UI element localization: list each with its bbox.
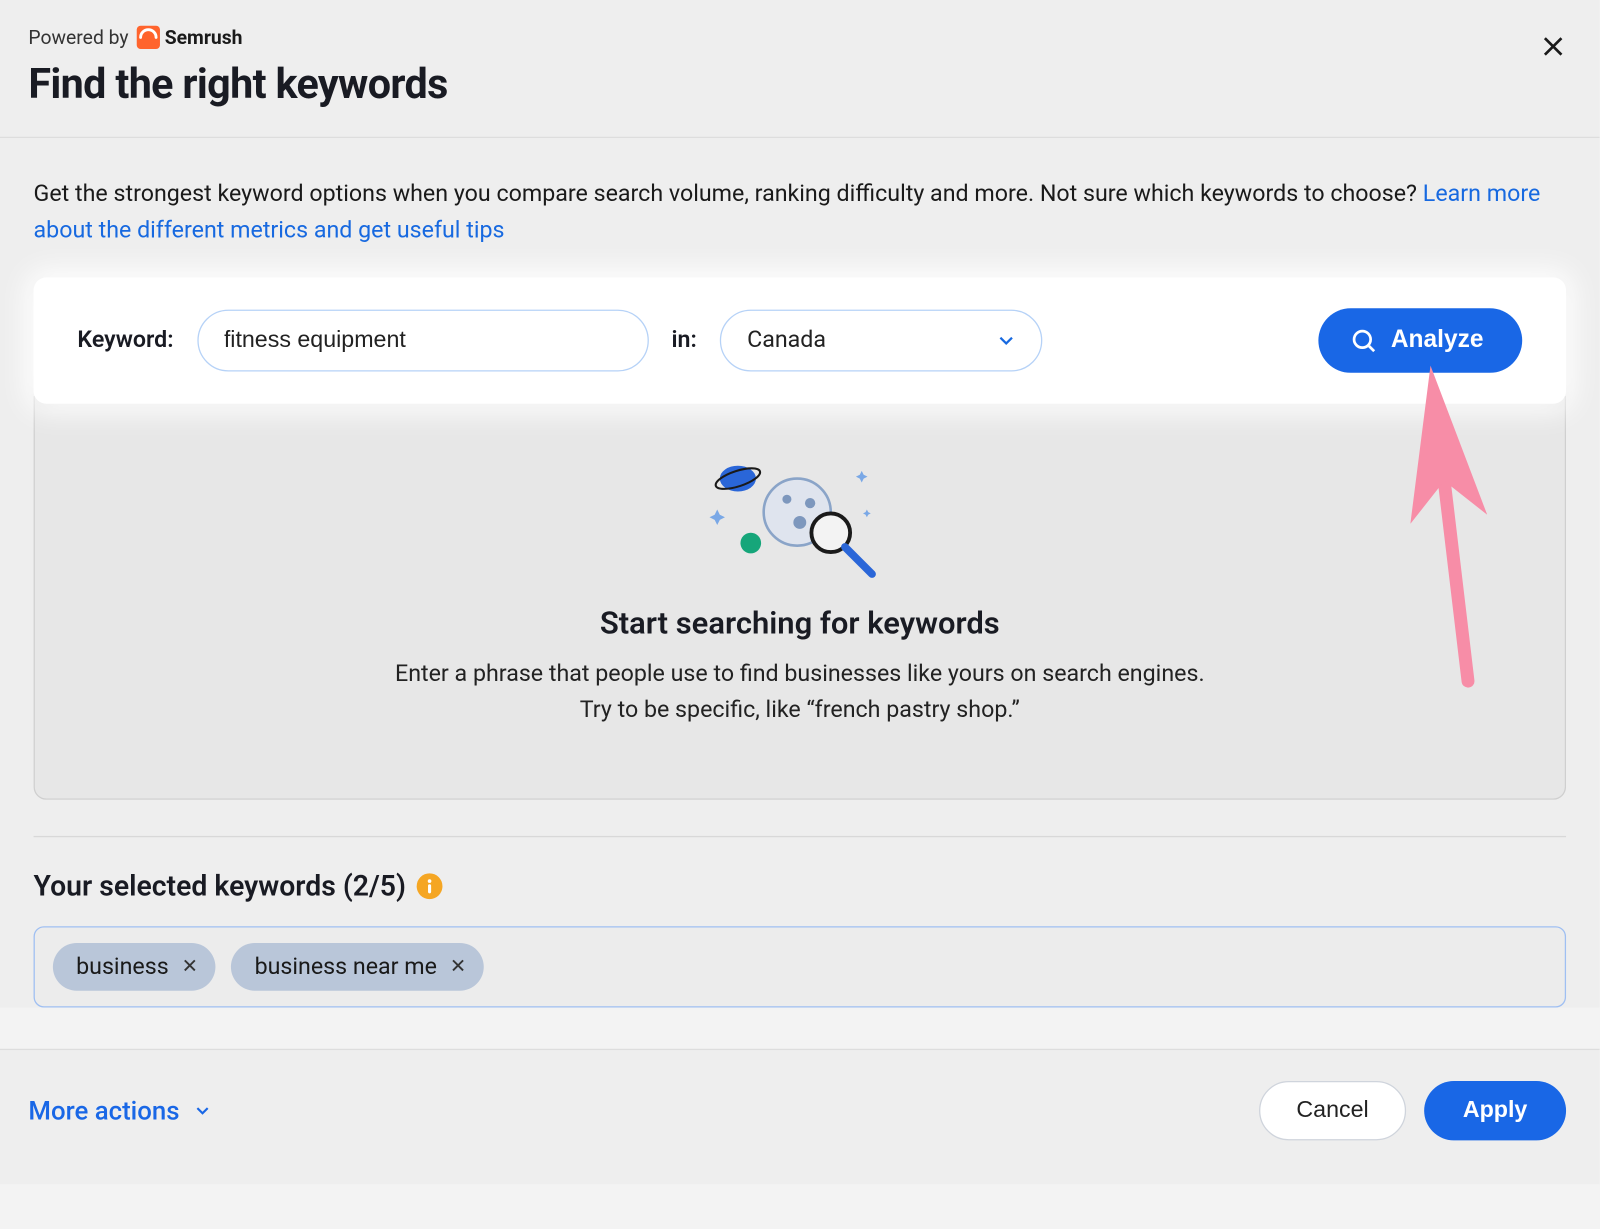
close-button[interactable] (1533, 26, 1574, 67)
in-label: in: (671, 327, 696, 354)
page-title: Find the right keywords (28, 59, 1571, 108)
empty-line-2: Try to be specific, like “french pastry … (580, 696, 1020, 723)
remove-chip-icon[interactable]: ✕ (450, 955, 466, 978)
empty-title: Start searching for keywords (74, 605, 1527, 641)
apply-button[interactable]: Apply (1424, 1080, 1566, 1139)
chevron-down-icon (192, 1100, 213, 1121)
empty-state: Start searching for keywords Enter a phr… (34, 396, 1567, 799)
empty-subtitle: Enter a phrase that people use to find b… (74, 656, 1527, 728)
analyze-button-label: Analyze (1391, 326, 1484, 354)
more-actions-link[interactable]: More actions (28, 1095, 213, 1126)
keyword-input[interactable] (197, 309, 648, 371)
modal-header: Powered by Semrush Find the right keywor… (0, 0, 1600, 138)
country-select[interactable]: Canada (720, 309, 1042, 371)
warning-icon (416, 873, 442, 899)
keyword-chip-label: business (76, 953, 169, 980)
keyword-chip: business near me ✕ (231, 942, 484, 990)
empty-illustration-icon (74, 458, 1527, 582)
semrush-logo: Semrush (136, 26, 242, 49)
chevron-down-icon (995, 329, 1018, 352)
keyword-label: Keyword: (77, 327, 173, 354)
modal-footer: More actions Cancel Apply (0, 1048, 1600, 1183)
remove-chip-icon[interactable]: ✕ (182, 955, 198, 978)
close-icon (1539, 32, 1567, 60)
keyword-chip: business ✕ (53, 942, 216, 990)
empty-line-1: Enter a phrase that people use to find b… (395, 660, 1205, 687)
search-icon (1350, 326, 1378, 354)
selected-keywords-box[interactable]: business ✕ business near me ✕ (34, 926, 1567, 1007)
selected-keywords-title: Your selected keywords (2/5) (34, 870, 1567, 902)
divider (34, 835, 1567, 836)
country-value: Canada (747, 327, 826, 354)
selected-keywords-title-text: Your selected keywords (2/5) (34, 870, 406, 902)
keyword-chip-label: business near me (255, 953, 437, 980)
cancel-button[interactable]: Cancel (1259, 1080, 1406, 1139)
more-actions-label: More actions (28, 1095, 179, 1126)
keyword-search-bar: Keyword: in: Canada Analyze (34, 277, 1567, 403)
semrush-brand-text: Semrush (165, 26, 243, 49)
intro-text: Get the strongest keyword options when y… (34, 177, 1567, 249)
analyze-button[interactable]: Analyze (1319, 308, 1523, 373)
powered-by-prefix: Powered by (28, 26, 128, 49)
powered-by-line: Powered by Semrush (28, 26, 1571, 49)
intro-text-span: Get the strongest keyword options when y… (34, 181, 1423, 208)
semrush-logo-mark-icon (136, 26, 159, 49)
